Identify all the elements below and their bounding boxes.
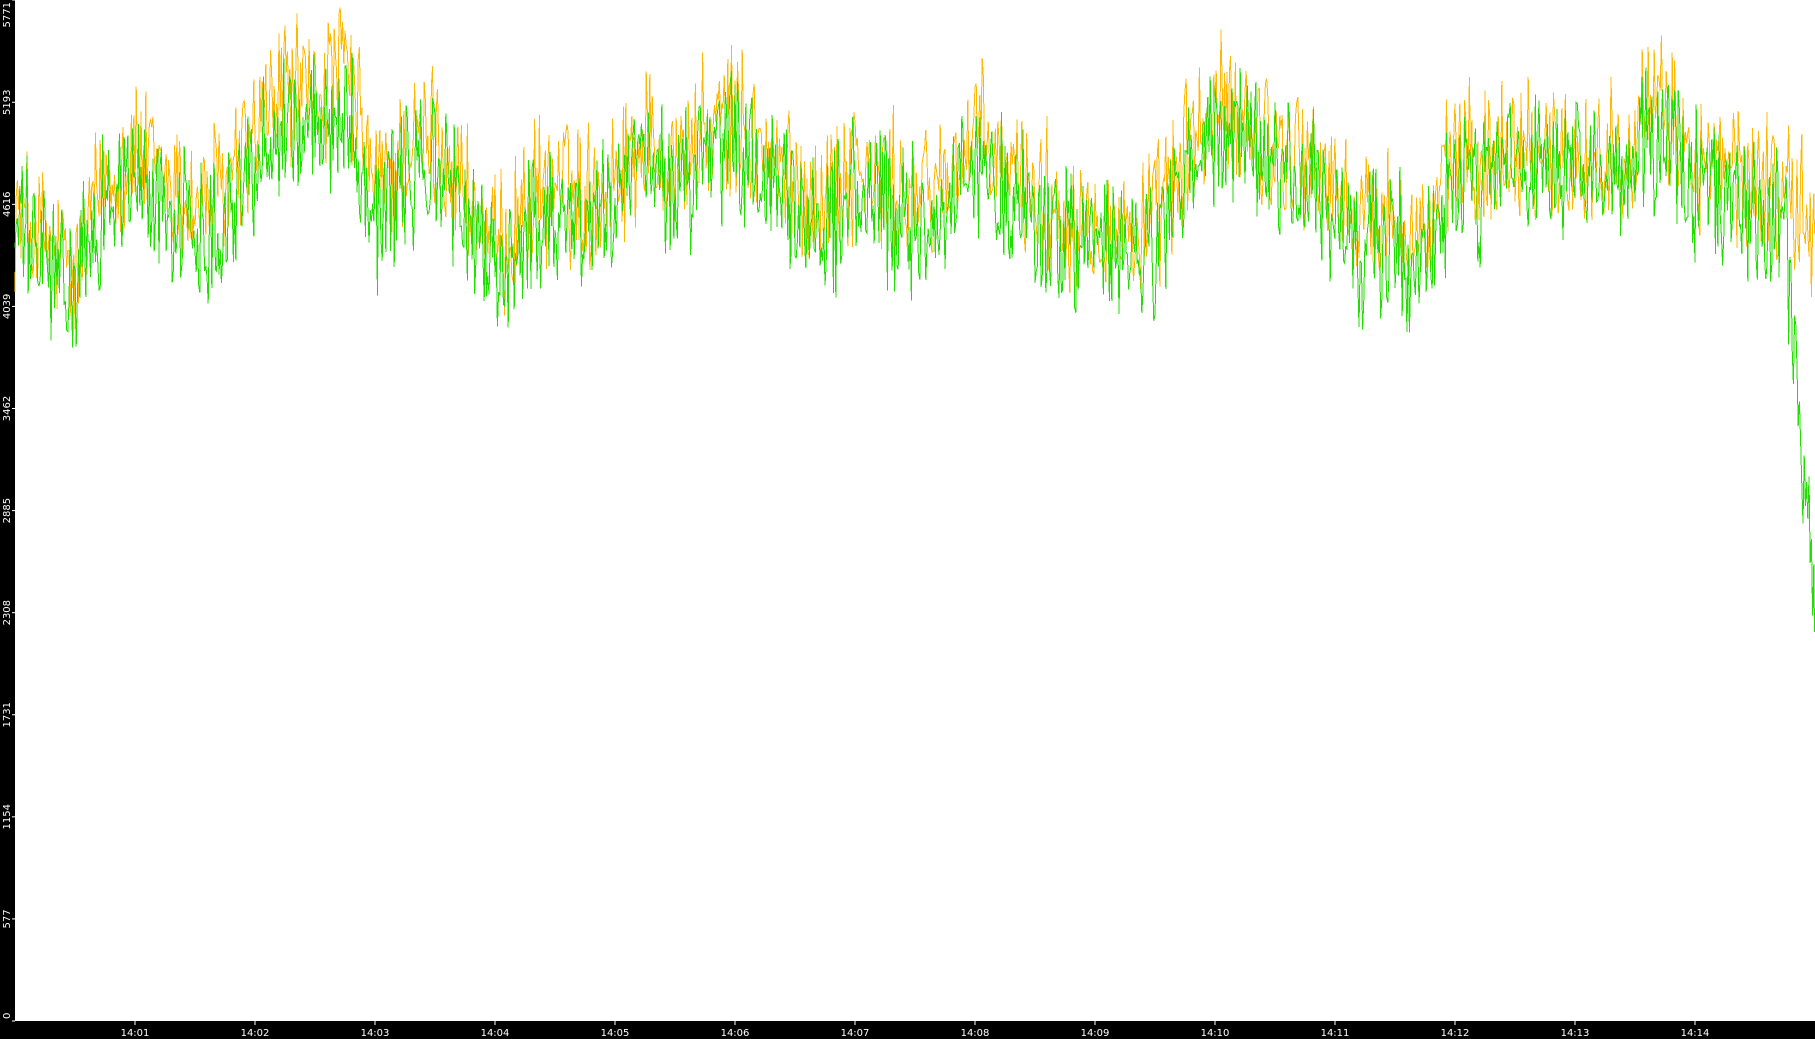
x-tick-label: 14:06	[721, 1028, 750, 1039]
y-tick-label: 577	[2, 909, 13, 928]
y-tick-label: 0	[2, 1013, 13, 1019]
y-tick-label: 3462	[2, 396, 13, 421]
x-tick-label: 14:03	[361, 1028, 390, 1039]
x-tick-label: 14:11	[1321, 1028, 1350, 1039]
x-tick-label: 14:14	[1681, 1028, 1710, 1039]
x-tick-label: 14:08	[961, 1028, 990, 1039]
x-tick-label: 14:09	[1081, 1028, 1110, 1039]
chart: 0 577 1154 1731 2308 2885 3462 4039 4616 5193 5771…	[0, 0, 1815, 1039]
x-tick-label: 14:07	[841, 1028, 870, 1039]
y-tick-label: 5771	[2, 2, 13, 27]
x-tick-label: 14:01	[121, 1028, 150, 1039]
y-tick-label: 1731	[2, 702, 13, 727]
y-tick-label: 4039	[2, 294, 13, 319]
x-tick-label: 14:04	[481, 1028, 510, 1039]
y-tick-label: 4616	[2, 192, 13, 217]
x-tick-label: 14:05	[601, 1028, 630, 1039]
y-tick-label: 5193	[2, 90, 13, 115]
y-tick-label: 2308	[2, 600, 13, 625]
x-tick-label: 14:12	[1441, 1028, 1470, 1039]
x-tick-label: 14:13	[1561, 1028, 1590, 1039]
x-tick-label: 14:02	[241, 1028, 270, 1039]
y-tick-label: 1154	[2, 804, 13, 829]
x-tick-label: 14:10	[1201, 1028, 1230, 1039]
y-tick-label: 2885	[2, 498, 13, 523]
